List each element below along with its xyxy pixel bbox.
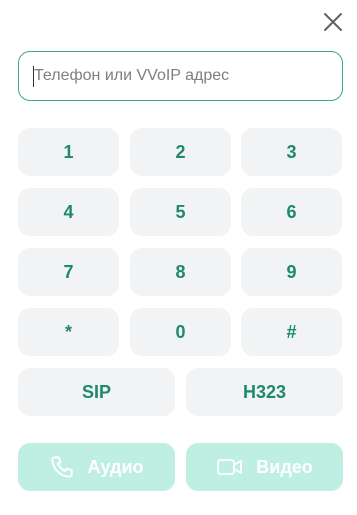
dial-key-3[interactable]: 3 [241,128,342,176]
h323-protocol-button[interactable]: H323 [186,368,343,416]
dial-key-2[interactable]: 2 [130,128,231,176]
dial-key-9[interactable]: 9 [241,248,342,296]
video-camera-icon [217,459,243,475]
dial-key-1[interactable]: 1 [18,128,119,176]
dial-key-4[interactable]: 4 [18,188,119,236]
phone-input-container [18,51,343,101]
dial-key-0[interactable]: 0 [130,308,231,356]
dial-key-5[interactable]: 5 [130,188,231,236]
phone-icon [51,456,74,478]
audio-call-label: Аудио [87,456,144,477]
video-call-button[interactable]: Видео [186,443,343,491]
text-caret [33,66,34,87]
dial-key-star[interactable]: * [18,308,119,356]
dial-key-hash[interactable]: # [241,308,342,356]
dial-key-7[interactable]: 7 [18,248,119,296]
dial-key-6[interactable]: 6 [241,188,342,236]
phone-address-input[interactable] [19,52,342,100]
sip-protocol-button[interactable]: SIP [18,368,175,416]
video-call-label: Видео [256,456,313,477]
dial-key-8[interactable]: 8 [130,248,231,296]
close-icon [324,13,342,31]
close-button[interactable] [321,10,345,34]
audio-call-button[interactable]: Аудио [18,443,175,491]
